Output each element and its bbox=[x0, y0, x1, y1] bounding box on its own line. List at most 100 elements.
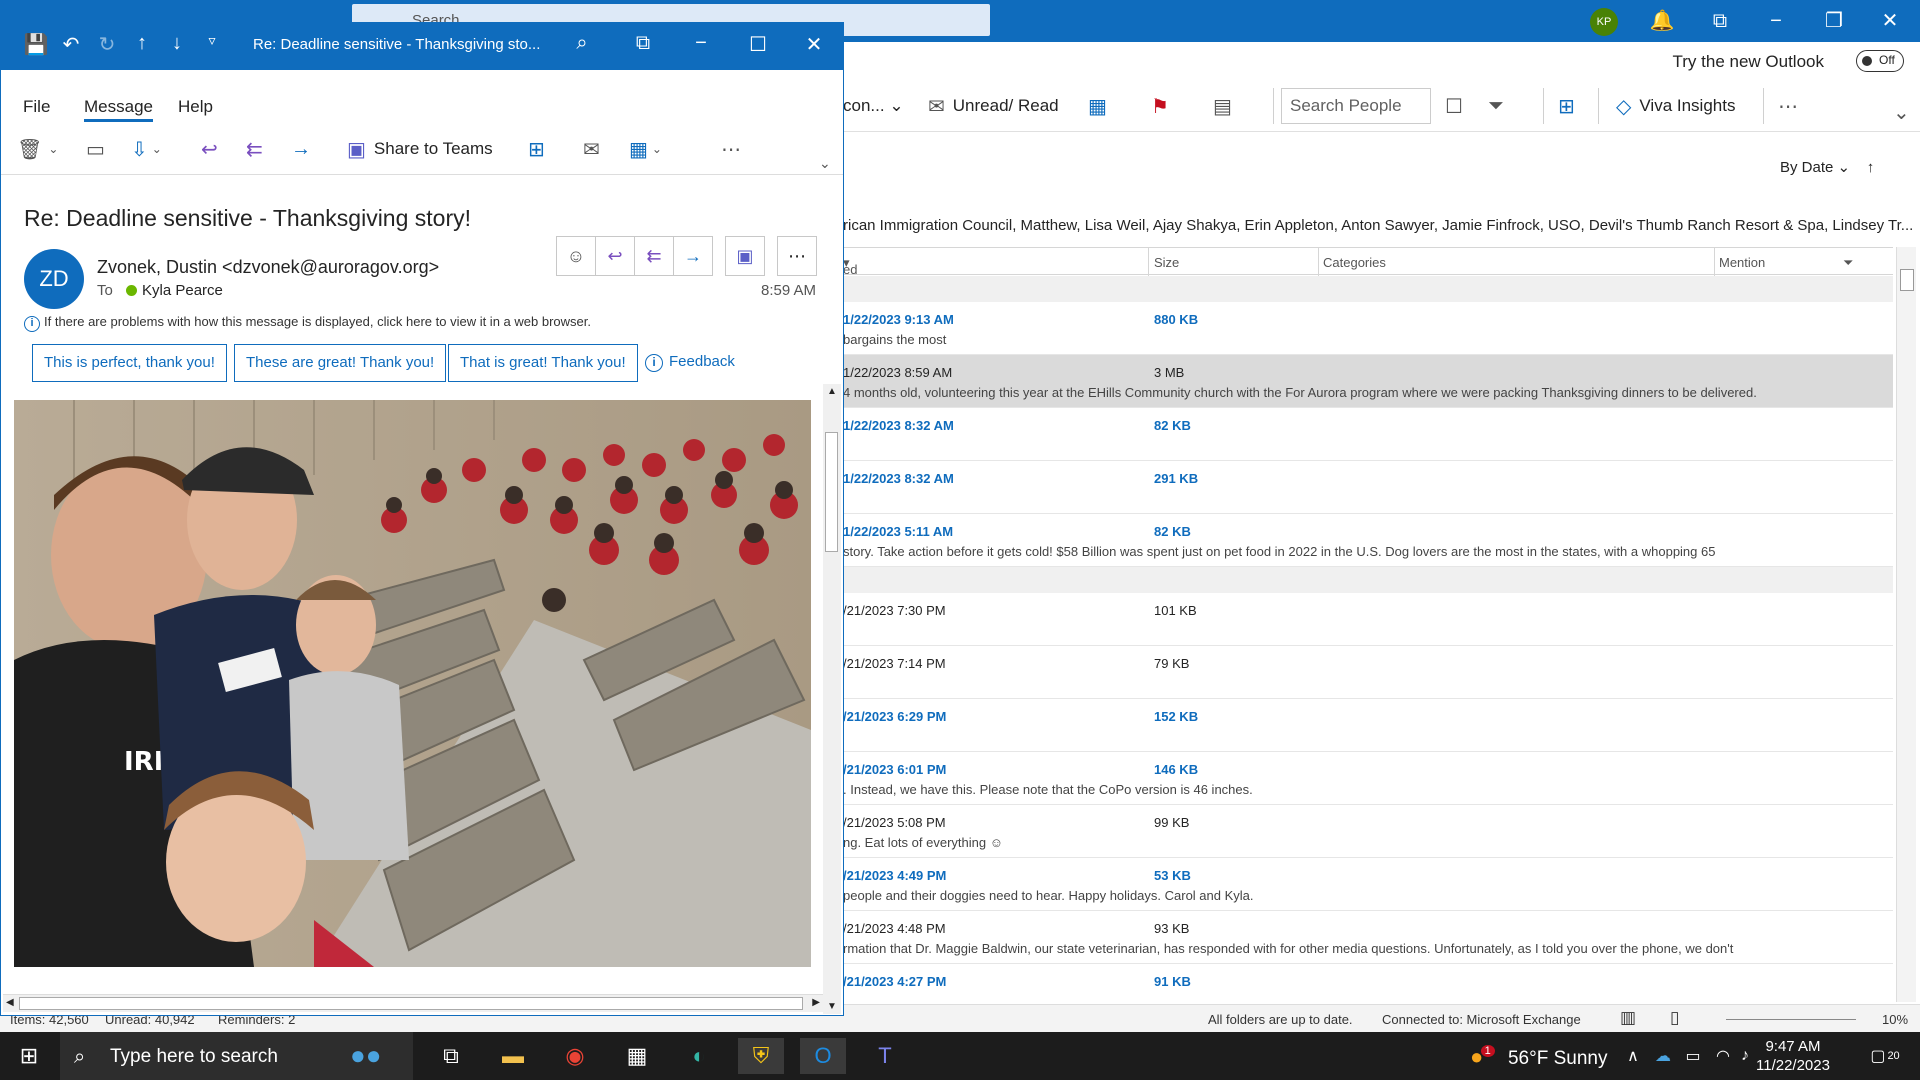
chrome-icon[interactable]: ◉ bbox=[552, 1038, 598, 1074]
scroll-down-icon[interactable]: ▼ bbox=[827, 1001, 837, 1012]
save-icon[interactable]: 💾 bbox=[21, 32, 51, 57]
bell-icon[interactable]: 🔔 bbox=[1642, 8, 1682, 34]
task-view-icon[interactable]: ⧉ bbox=[428, 1038, 474, 1074]
apps-button[interactable]: ⊞ bbox=[1558, 88, 1583, 124]
filter-column-icon[interactable]: ⏷ bbox=[1843, 255, 1853, 271]
edge-icon[interactable]: ◐ bbox=[676, 1038, 722, 1074]
reading-view-icon[interactable]: ▯ bbox=[1670, 1008, 1679, 1028]
previous-item-icon[interactable]: ↑ bbox=[127, 32, 157, 55]
list-item[interactable]: 1/22/2023 5:11 AM 82 KB story. Take action… bbox=[843, 514, 1893, 567]
viva-insights-button[interactable]: ◇ Viva Insights bbox=[1616, 88, 1735, 124]
collapse-ribbon-button[interactable]: ⌄ bbox=[819, 147, 831, 179]
tab-file[interactable]: File bbox=[23, 97, 50, 117]
scroll-left-icon[interactable]: ◀ bbox=[6, 997, 14, 1008]
reply-button[interactable]: ↩ bbox=[595, 236, 635, 276]
rules-button[interactable]: ▤ bbox=[1213, 88, 1240, 124]
restore-icon[interactable]: ❐ bbox=[1814, 8, 1854, 34]
categorize-button[interactable]: ▦ bbox=[1088, 88, 1115, 124]
minimize-icon[interactable]: − bbox=[1756, 8, 1796, 34]
list-item[interactable]: /21/2023 7:14 PM 79 KB bbox=[843, 646, 1893, 699]
user-avatar[interactable]: KP bbox=[1590, 8, 1618, 36]
tab-help[interactable]: Help bbox=[178, 97, 213, 117]
mark-read-button[interactable]: ✉ bbox=[583, 133, 600, 165]
sender-name[interactable]: Zvonek, Dustin <dzvonek@auroragov.org> bbox=[97, 257, 439, 278]
redo-icon[interactable]: ↻ bbox=[92, 32, 122, 57]
list-item[interactable]: /21/2023 5:08 PM 99 KB ng. Eat lots of eve… bbox=[843, 805, 1893, 858]
next-item-icon[interactable]: ↓ bbox=[162, 32, 192, 55]
search-icon[interactable]: ⌕ bbox=[567, 32, 597, 55]
feedback-link[interactable]: i Feedback bbox=[645, 353, 735, 372]
list-item[interactable]: 1/22/2023 8:59 AM 3 MB 4 months old, volun… bbox=[843, 355, 1893, 408]
teams-button[interactable]: ▣ bbox=[725, 236, 765, 276]
customize-toolbar-icon[interactable]: ▿ bbox=[197, 32, 227, 49]
ribbon-display-icon[interactable]: ⧉ bbox=[628, 32, 658, 55]
scrollbar-thumb[interactable] bbox=[825, 432, 838, 552]
outlook-icon[interactable]: O bbox=[800, 1038, 846, 1074]
list-item[interactable]: /21/2023 6:01 PM 146 KB. Instead, we have… bbox=[843, 752, 1893, 805]
message-scrollbar-horizontal[interactable]: ◀ ▶ bbox=[3, 994, 823, 1012]
close-icon[interactable]: ✕ bbox=[799, 32, 829, 57]
forward-button[interactable]: → bbox=[673, 236, 713, 276]
move-button[interactable]: ⇩ ⌄ bbox=[131, 133, 162, 165]
list-item[interactable]: 1/22/2023 8:32 AM 82 KB bbox=[843, 408, 1893, 461]
recipient-name[interactable]: Kyla Pearce bbox=[142, 282, 223, 299]
more-commands-button[interactable]: ⋯ bbox=[721, 133, 741, 165]
file-explorer-icon[interactable]: ▬ bbox=[490, 1038, 536, 1074]
more-actions-button[interactable]: ⋯ bbox=[777, 236, 817, 276]
windows-start-icon[interactable]: ⊞ bbox=[6, 1038, 52, 1074]
zoom-slider[interactable] bbox=[1726, 1019, 1856, 1020]
clock[interactable]: 9:47 AM 11/22/2023 bbox=[1756, 1037, 1830, 1075]
list-item[interactable]: 1/22/2023 8:32 AM 291 KB bbox=[843, 461, 1893, 514]
message-list-scrollbar[interactable] bbox=[1896, 247, 1916, 1002]
info-bar[interactable]: i If there are problems with how this mes… bbox=[24, 314, 591, 332]
more-commands-button[interactable]: ⋯ bbox=[1778, 88, 1806, 124]
address-book-button[interactable]: ☐ bbox=[1445, 88, 1471, 124]
maximize-icon[interactable]: ☐ bbox=[743, 32, 773, 57]
undo-icon[interactable]: ↶ bbox=[56, 32, 86, 57]
mention-column[interactable]: Mention bbox=[1719, 255, 1765, 270]
microsoft-store-icon[interactable]: ▦ bbox=[614, 1038, 660, 1074]
follow-up-button[interactable]: ⚑ bbox=[1151, 88, 1177, 124]
weather-widget[interactable]: ● 1 56°F Sunny bbox=[1470, 1044, 1607, 1070]
scroll-up-icon[interactable]: ▲ bbox=[827, 386, 837, 397]
sort-by-date[interactable]: By Date ⌄ ↑ bbox=[1780, 158, 1874, 176]
expand-ribbon-button[interactable]: ⌄ bbox=[1893, 94, 1918, 130]
suggested-reply-button[interactable]: These are great! Thank you! bbox=[234, 344, 447, 382]
coming-soon-icon[interactable]: ⧉ bbox=[1700, 8, 1740, 34]
archive-button[interactable]: ▭ bbox=[86, 133, 105, 165]
reply-all-button[interactable]: ⇇ bbox=[246, 133, 263, 165]
list-item[interactable]: /21/2023 4:49 PM 53 KB people and their d… bbox=[843, 858, 1893, 911]
share-to-teams-button[interactable]: ▣ Share to Teams bbox=[347, 133, 493, 165]
suggested-reply-button[interactable]: This is perfect, thank you! bbox=[32, 344, 227, 382]
suggested-reply-button[interactable]: That is great! Thank you! bbox=[448, 344, 638, 382]
delete-button[interactable]: 🗑 ⌄ bbox=[17, 133, 58, 165]
partial-dropdown[interactable]: con... ⌄ bbox=[843, 88, 904, 124]
sender-avatar[interactable]: ZD bbox=[24, 249, 84, 309]
new-outlook-toggle[interactable]: Off bbox=[1856, 50, 1904, 72]
list-item[interactable]: /21/2023 4:27 PM 91 KB bbox=[843, 964, 1893, 996]
categories-column[interactable]: Categories bbox=[1323, 255, 1386, 270]
minimize-icon[interactable]: − bbox=[686, 32, 716, 55]
search-people-input[interactable]: Search People bbox=[1281, 88, 1431, 124]
reply-button[interactable]: ↩ bbox=[201, 133, 218, 165]
teams-icon[interactable]: T bbox=[862, 1038, 908, 1074]
message-scrollbar-vertical[interactable]: ▲ ▼ bbox=[823, 384, 841, 1014]
categorize-button[interactable]: ▦ ⌄ bbox=[629, 133, 662, 165]
scrollbar-thumb[interactable] bbox=[19, 997, 803, 1010]
list-item[interactable]: /21/2023 4:48 PM 93 KB rmation that Dr. Ma… bbox=[843, 911, 1893, 964]
taskbar-search[interactable]: ⌕ Type here to search ●● bbox=[60, 1032, 413, 1080]
scroll-right-icon[interactable]: ▶ bbox=[812, 997, 820, 1008]
tab-message[interactable]: Message bbox=[84, 97, 153, 122]
list-item[interactable]: /21/2023 6:29 PM 152 KB bbox=[843, 699, 1893, 752]
notifications-icon[interactable]: ▢ 20 bbox=[1862, 1038, 1908, 1074]
forward-button[interactable]: → bbox=[291, 133, 311, 165]
filter-email-button[interactable]: ⏷ bbox=[1488, 88, 1512, 124]
size-column[interactable]: Size bbox=[1154, 255, 1179, 270]
close-icon[interactable]: ✕ bbox=[1870, 8, 1910, 34]
security-shield-icon[interactable]: ⛨ bbox=[738, 1038, 784, 1074]
apps-button[interactable]: ⊞ bbox=[528, 133, 545, 165]
list-item[interactable]: 1/22/2023 9:13 AM 880 KB bargains the mos… bbox=[843, 302, 1893, 355]
scrollbar-thumb[interactable] bbox=[1900, 269, 1914, 291]
normal-view-icon[interactable]: ▥ bbox=[1620, 1008, 1636, 1028]
list-item[interactable]: /21/2023 7:30 PM 101 KB bbox=[843, 593, 1893, 646]
